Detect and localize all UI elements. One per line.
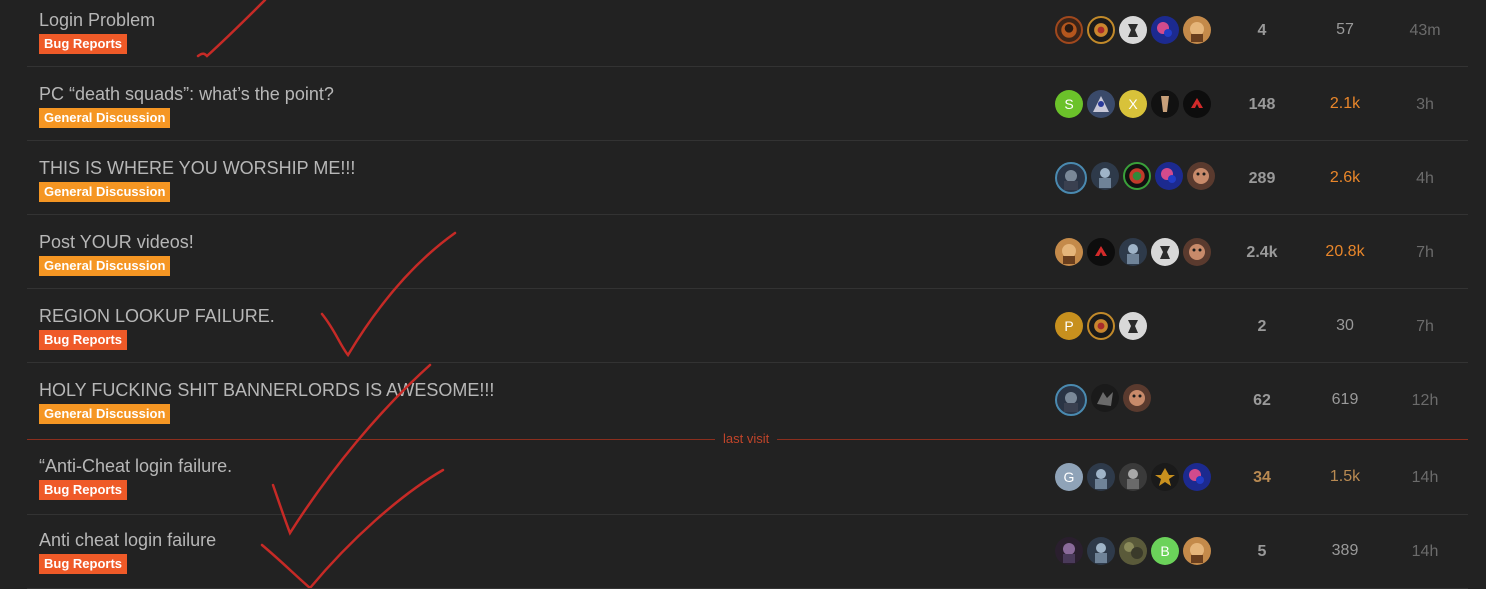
topic-title-link[interactable]: “Anti-Cheat login failure.: [39, 456, 232, 477]
avatar[interactable]: X: [1119, 90, 1147, 118]
avatar[interactable]: [1055, 238, 1083, 266]
topic-title-link[interactable]: THIS IS WHERE YOU WORSHIP ME!!!: [39, 158, 355, 179]
topic-title-link[interactable]: REGION LOOKUP FAILURE.: [39, 306, 275, 327]
avatar[interactable]: [1087, 312, 1115, 340]
avatar[interactable]: G: [1055, 463, 1083, 491]
avatar[interactable]: [1119, 238, 1147, 266]
topic-row: Anti cheat login failure Bug Reports B 5…: [27, 515, 1468, 589]
views-count: 57: [1336, 21, 1354, 38]
replies-count: 34: [1253, 469, 1271, 486]
category-badge[interactable]: General Discussion: [39, 108, 171, 128]
views-count: 389: [1331, 542, 1359, 559]
avatar[interactable]: [1091, 162, 1119, 190]
replies-count: 4: [1257, 22, 1267, 39]
poster-avatars: P: [1055, 312, 1151, 340]
activity-time[interactable]: 43m: [1385, 22, 1465, 40]
replies-count: 289: [1248, 170, 1276, 187]
category-badge[interactable]: Bug Reports: [39, 34, 127, 54]
avatar[interactable]: [1055, 384, 1087, 416]
avatar[interactable]: [1119, 16, 1147, 44]
topic-row: PC “death squads”: what’s the point? Gen…: [27, 67, 1468, 141]
category-badge[interactable]: Bug Reports: [39, 330, 127, 350]
avatar[interactable]: [1183, 16, 1211, 44]
topic-row: HOLY FUCKING SHIT BANNERLORDS IS AWESOME…: [27, 363, 1468, 437]
avatar[interactable]: [1151, 16, 1179, 44]
views-count: 2.1k: [1329, 95, 1361, 112]
category-badge[interactable]: General Discussion: [39, 404, 171, 424]
avatar[interactable]: [1151, 463, 1179, 491]
replies-count: 2: [1257, 318, 1267, 335]
avatar[interactable]: [1119, 463, 1147, 491]
poster-avatars: [1055, 162, 1219, 194]
topic-title-link[interactable]: Login Problem: [39, 10, 155, 31]
activity-time[interactable]: 4h: [1385, 170, 1465, 188]
category-badge[interactable]: General Discussion: [39, 182, 171, 202]
avatar[interactable]: [1087, 463, 1115, 491]
avatar[interactable]: [1119, 537, 1147, 565]
avatar[interactable]: [1055, 162, 1087, 194]
category-badge[interactable]: Bug Reports: [39, 554, 127, 574]
views-count: 2.6k: [1329, 169, 1361, 186]
topic-title-link[interactable]: Post YOUR videos!: [39, 232, 194, 253]
avatar[interactable]: [1087, 90, 1115, 118]
last-visit-label: last visit: [715, 431, 778, 446]
avatar[interactable]: [1187, 162, 1215, 190]
activity-time[interactable]: 12h: [1385, 392, 1465, 410]
avatar[interactable]: [1151, 90, 1179, 118]
activity-time[interactable]: 7h: [1385, 318, 1465, 336]
activity-time[interactable]: 7h: [1385, 244, 1465, 262]
activity-time[interactable]: 14h: [1385, 543, 1465, 561]
replies-count: 2.4k: [1246, 244, 1278, 261]
topic-title-link[interactable]: PC “death squads”: what’s the point?: [39, 84, 334, 105]
avatar[interactable]: [1183, 90, 1211, 118]
avatar[interactable]: S: [1055, 90, 1083, 118]
topic-row: Login Problem Bug Reports 4 57 43m: [27, 0, 1468, 67]
replies-count: 5: [1257, 543, 1267, 560]
views-count: 619: [1331, 391, 1359, 408]
topic-row: Post YOUR videos! General Discussion 2.4…: [27, 215, 1468, 289]
poster-avatars: [1055, 238, 1215, 266]
topic-row: “Anti-Cheat login failure. Bug Reports G…: [27, 441, 1468, 515]
avatar[interactable]: [1183, 238, 1211, 266]
avatar[interactable]: P: [1055, 312, 1083, 340]
topic-row: THIS IS WHERE YOU WORSHIP ME!!! General …: [27, 141, 1468, 215]
views-count: 30: [1336, 317, 1354, 334]
poster-avatars: S X: [1055, 90, 1215, 118]
poster-avatars: [1055, 384, 1155, 416]
topic-row: REGION LOOKUP FAILURE. Bug Reports P 2 3…: [27, 289, 1468, 363]
poster-avatars: [1055, 16, 1215, 44]
poster-avatars: G: [1055, 463, 1215, 491]
avatar[interactable]: [1155, 162, 1183, 190]
topic-title-link[interactable]: HOLY FUCKING SHIT BANNERLORDS IS AWESOME…: [39, 380, 494, 401]
avatar[interactable]: [1183, 463, 1211, 491]
replies-count: 62: [1253, 392, 1271, 409]
avatar[interactable]: [1123, 384, 1151, 412]
activity-time[interactable]: 3h: [1385, 96, 1465, 114]
activity-time[interactable]: 14h: [1385, 469, 1465, 487]
avatar[interactable]: [1055, 16, 1083, 44]
avatar[interactable]: [1087, 16, 1115, 44]
replies-count: 148: [1248, 96, 1276, 113]
avatar[interactable]: [1055, 537, 1083, 565]
views-count: 1.5k: [1329, 468, 1361, 485]
avatar[interactable]: [1091, 384, 1119, 412]
avatar[interactable]: [1087, 238, 1115, 266]
avatar[interactable]: [1119, 312, 1147, 340]
avatar[interactable]: [1183, 537, 1211, 565]
views-count: 20.8k: [1325, 243, 1365, 260]
avatar[interactable]: [1123, 162, 1151, 190]
avatar[interactable]: B: [1151, 537, 1179, 565]
category-badge[interactable]: General Discussion: [39, 256, 171, 276]
poster-avatars: B: [1055, 537, 1215, 565]
topic-title-link[interactable]: Anti cheat login failure: [39, 530, 216, 551]
category-badge[interactable]: Bug Reports: [39, 480, 127, 500]
avatar[interactable]: [1087, 537, 1115, 565]
avatar[interactable]: [1151, 238, 1179, 266]
